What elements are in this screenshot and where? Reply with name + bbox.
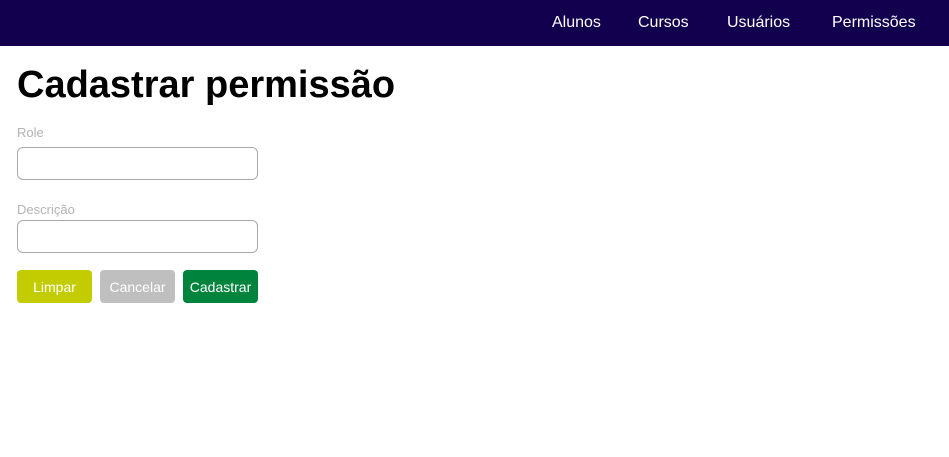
role-input[interactable]: [17, 147, 258, 180]
descricao-input[interactable]: [17, 220, 258, 253]
nav-item-cursos[interactable]: Cursos: [638, 13, 689, 33]
cadastrar-button[interactable]: Cadastrar: [183, 270, 258, 303]
descricao-label: Descrição: [17, 202, 75, 217]
nav-item-alunos[interactable]: Alunos: [552, 13, 601, 33]
nav-item-permissoes[interactable]: Permissões: [832, 13, 916, 33]
top-navbar: Alunos Cursos Usuários Permissões: [0, 0, 949, 46]
cancelar-button[interactable]: Cancelar: [100, 270, 175, 303]
limpar-button[interactable]: Limpar: [17, 270, 92, 303]
nav-item-usuarios[interactable]: Usuários: [727, 13, 790, 33]
page-title: Cadastrar permissão: [17, 64, 396, 106]
role-label: Role: [17, 125, 44, 140]
